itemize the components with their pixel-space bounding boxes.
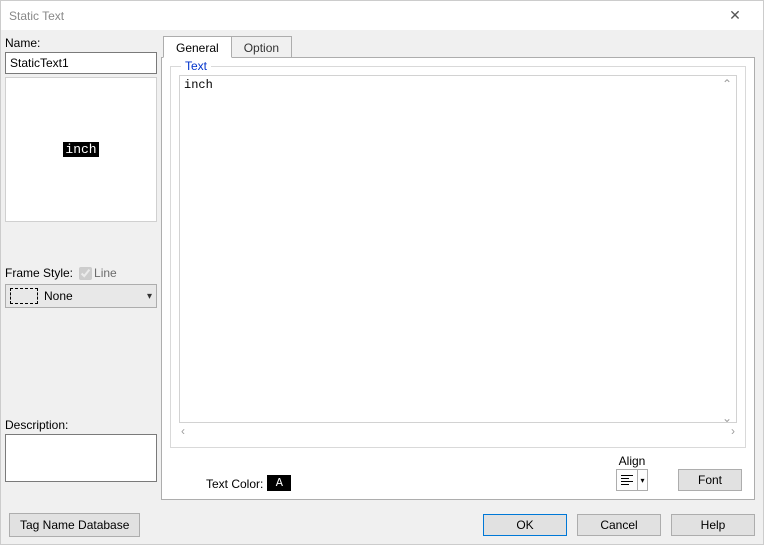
font-button[interactable]: Font <box>678 469 742 491</box>
line-checkbox-label: Line <box>94 266 117 280</box>
align-left-icon <box>621 475 633 485</box>
name-label: Name: <box>5 36 157 50</box>
align-label: Align <box>619 454 646 468</box>
dialog-window: Static Text ✕ Name: inch Frame Style: Li… <box>0 0 764 545</box>
line-checkbox <box>79 267 92 280</box>
frame-style-row: Frame Style: Line <box>5 266 157 280</box>
right-panel: General Option Text ⌃⌄ ‹› Text Color: A … <box>161 36 755 500</box>
tabstrip: General Option <box>163 36 755 58</box>
caret-left-icon: ‹ <box>181 424 185 438</box>
frame-style-select[interactable]: None ▾ <box>5 284 157 308</box>
chevron-down-icon: ▾ <box>147 291 152 302</box>
align-button[interactable]: ▾ <box>616 469 648 491</box>
frame-none-icon <box>10 288 38 304</box>
text-input[interactable] <box>179 75 737 423</box>
frame-style-value: None <box>44 289 73 303</box>
align-control: Align ▾ <box>616 454 648 491</box>
name-input[interactable] <box>5 52 157 74</box>
description-label: Description: <box>5 418 157 432</box>
dialog-footer: Tag Name Database OK Cancel Help <box>1 506 763 544</box>
left-panel: Name: inch Frame Style: Line None ▾ Desc… <box>5 36 157 500</box>
description-input[interactable] <box>5 434 157 482</box>
preview-text: inch <box>63 142 98 157</box>
help-button[interactable]: Help <box>671 514 755 536</box>
preview-box: inch <box>5 77 157 222</box>
caret-up-icon: ⌃ <box>722 77 732 91</box>
text-color-label: Text Color: <box>206 477 263 491</box>
text-color-picker[interactable]: A <box>267 475 291 491</box>
caret-down-icon: ⌄ <box>722 411 732 425</box>
tab-panel-general: Text ⌃⌄ ‹› Text Color: A Align ▾ <box>161 57 755 500</box>
tag-name-database-button[interactable]: Tag Name Database <box>9 513 140 537</box>
caret-right-icon: › <box>731 424 735 438</box>
scrollbar-vertical[interactable]: ⌃⌄ <box>719 77 735 425</box>
align-dropdown-caret[interactable]: ▾ <box>637 470 647 490</box>
text-group-legend: Text <box>181 59 211 73</box>
general-bottom-controls: Text Color: A Align ▾ Font <box>170 448 746 491</box>
cancel-button[interactable]: Cancel <box>577 514 661 536</box>
close-button[interactable]: ✕ <box>715 1 755 30</box>
titlebar: Static Text ✕ <box>1 1 763 30</box>
text-groupbox: Text ⌃⌄ ‹› <box>170 66 746 448</box>
scrollbar-horizontal[interactable]: ‹› <box>179 423 737 439</box>
tab-option[interactable]: Option <box>231 36 292 58</box>
frame-style-label: Frame Style: <box>5 266 73 280</box>
tab-general[interactable]: General <box>163 36 232 58</box>
window-title: Static Text <box>9 9 715 23</box>
ok-button[interactable]: OK <box>483 514 567 536</box>
dialog-body: Name: inch Frame Style: Line None ▾ Desc… <box>1 30 763 506</box>
